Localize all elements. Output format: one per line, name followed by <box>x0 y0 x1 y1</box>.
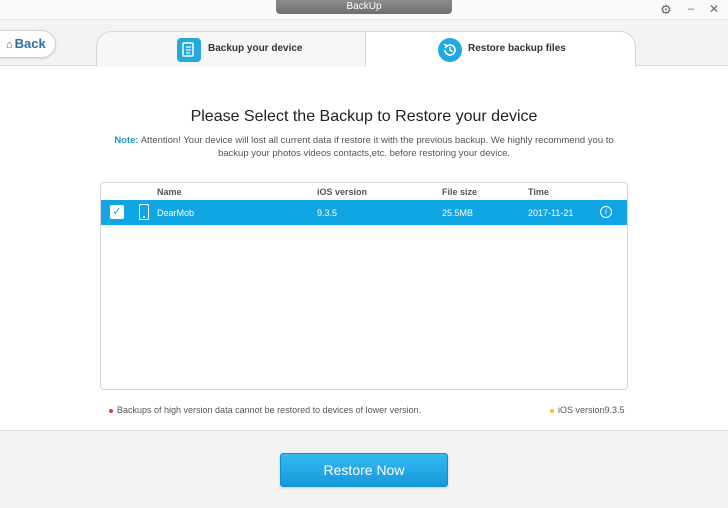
note-label: Note: <box>114 135 139 146</box>
home-icon: ⌂ <box>6 39 13 51</box>
title-bar: BackUp ⚙ – ✕ <box>0 0 728 20</box>
row-file-size: 25.5MB <box>442 208 474 218</box>
restore-clock-icon <box>438 38 462 62</box>
window-title: BackUp <box>276 0 452 14</box>
row-time: 2017-11-21 <box>528 208 574 218</box>
version-warning-text: Backups of high version data cannot be r… <box>117 405 422 415</box>
table-header: Name iOS version File size Time <box>101 183 627 201</box>
backup-document-icon <box>177 38 201 62</box>
phone-icon <box>139 204 149 220</box>
tab-group: Backup your device Restore backup files <box>96 31 636 67</box>
table-row[interactable]: ✓ DearMob 9.3.5 25.5MB 2017-11-21 i <box>101 200 627 225</box>
ios-version-indicator: iOS version9.3.5 <box>550 405 625 415</box>
page-title: Please Select the Backup to Restore your… <box>190 108 538 125</box>
yellow-dot-icon <box>550 408 554 413</box>
version-warning: Backups of high version data cannot be r… <box>109 405 421 415</box>
minimize-button[interactable]: – <box>688 2 694 16</box>
back-button[interactable]: ⌂ Back <box>0 30 56 58</box>
tab-restore-backup-label: Restore backup files <box>468 43 566 54</box>
gear-icon[interactable]: ⚙ <box>659 3 673 17</box>
row-name: DearMob <box>157 208 195 218</box>
tab-backup-device[interactable]: Backup your device <box>96 31 366 67</box>
row-ios-version: 9.3.5 <box>317 208 338 218</box>
column-header-name: Name <box>157 187 182 197</box>
back-label: Back <box>14 36 46 51</box>
backup-table: Name iOS version File size Time ✓ DearMo… <box>100 182 628 390</box>
row-checkbox[interactable]: ✓ <box>110 205 124 219</box>
column-header-file-size: File size <box>442 187 478 197</box>
red-dot-icon <box>109 408 113 413</box>
note-text-block: Note: Attention! Your device will lost a… <box>108 134 620 160</box>
note-body: Attention! Your device will lost all cur… <box>140 135 614 159</box>
ios-version-text: iOS version9.3.5 <box>558 405 625 415</box>
tabs-header: ⌂ Back Backup your device Restore backup… <box>0 20 728 67</box>
column-header-time: Time <box>528 187 549 197</box>
tab-restore-backup[interactable]: Restore backup files <box>366 31 636 67</box>
close-button[interactable]: ✕ <box>709 2 719 16</box>
tab-backup-device-label: Backup your device <box>208 43 303 54</box>
info-icon[interactable]: i <box>600 206 612 218</box>
bottom-bar: Restore Now <box>0 430 728 508</box>
restore-now-button[interactable]: Restore Now <box>280 453 448 487</box>
column-header-ios-version: iOS version <box>317 187 368 197</box>
